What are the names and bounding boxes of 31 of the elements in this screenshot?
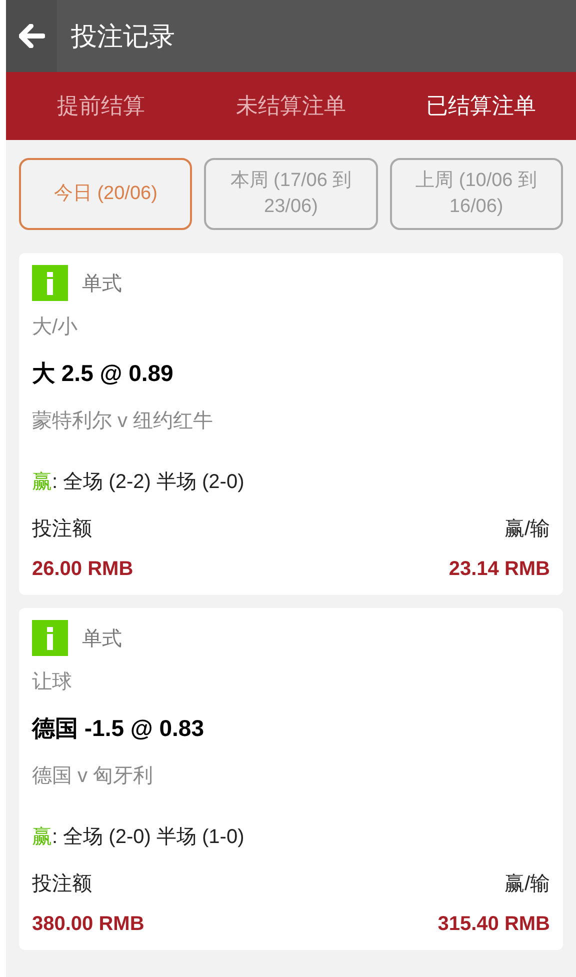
stake-amount: 26.00 RMB <box>32 558 134 581</box>
result-label: 赢 <box>32 826 52 848</box>
date-filter-button[interactable]: 今日 (20/06) <box>19 158 192 230</box>
back-arrow-icon <box>18 24 44 48</box>
date-filter-button[interactable]: 上周 (10/06 到 16/06) <box>390 158 563 230</box>
stake-label: 投注额 <box>32 517 92 542</box>
info-icon <box>32 265 68 301</box>
score-text: : 全场 (2-0) 半场 (1-0) <box>52 826 244 848</box>
win-loss-amount: 23.14 RMB <box>448 558 550 581</box>
match-name: 德国 v 匈牙利 <box>32 764 154 789</box>
match-name: 蒙特利尔 v 纽约红牛 <box>32 409 214 434</box>
tab[interactable]: 提前结算 <box>6 72 196 140</box>
info-icon <box>32 620 68 656</box>
win-loss-label: 赢/输 <box>504 517 550 542</box>
page-title: 投注记录 <box>71 20 175 52</box>
tab[interactable]: 未结算注单 <box>196 72 386 140</box>
stake-label: 投注额 <box>32 872 92 897</box>
bet-selection: 大 2.5 @ 0.89 <box>32 359 174 388</box>
bet-type: 单式 <box>82 626 122 652</box>
bet-selection: 德国 -1.5 @ 0.83 <box>32 714 205 743</box>
date-filter-button[interactable]: 本周 (17/06 到 23/06) <box>204 158 378 230</box>
tab[interactable]: 已结算注单 <box>386 72 576 140</box>
back-button[interactable] <box>6 0 57 72</box>
win-loss-amount: 315.40 RMB <box>438 913 550 936</box>
market-name: 大/小 <box>32 315 79 340</box>
result-label: 赢 <box>32 471 52 493</box>
stake-amount: 380.00 RMB <box>32 913 144 936</box>
win-loss-label: 赢/输 <box>504 872 550 897</box>
market-name: 让球 <box>32 670 73 695</box>
score-text: : 全场 (2-2) 半场 (2-0) <box>52 471 244 493</box>
bet-type: 单式 <box>82 272 122 296</box>
